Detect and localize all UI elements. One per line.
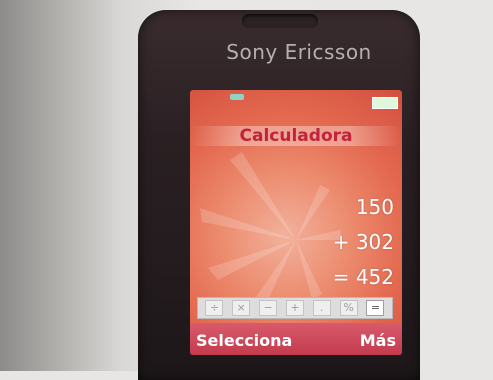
- equals-button[interactable]: =: [366, 300, 385, 316]
- brand-logo: Sony Ericsson: [226, 40, 372, 64]
- decimal-button[interactable]: .: [312, 300, 331, 316]
- select-softkey[interactable]: Selecciona: [196, 331, 292, 350]
- subtract-button[interactable]: −: [259, 300, 278, 316]
- multiply-button[interactable]: ×: [232, 300, 251, 316]
- speaker-grille: [242, 14, 318, 28]
- more-softkey[interactable]: Más: [360, 331, 396, 350]
- operator-bar: ÷ × − + . % =: [197, 297, 393, 319]
- phone-screen: Calculadora 150 + 302 = 452 ÷ × − + . % …: [190, 90, 402, 355]
- operand-1: 150: [355, 195, 394, 219]
- percent-button[interactable]: %: [339, 300, 358, 316]
- battery-icon: [372, 97, 398, 109]
- signal-icon: [230, 94, 244, 100]
- result: = 452: [332, 265, 394, 289]
- operand-2: + 302: [332, 230, 394, 254]
- softkey-bar: Selecciona Más: [190, 323, 402, 355]
- status-bar: [190, 90, 402, 109]
- divide-button[interactable]: ÷: [205, 300, 224, 316]
- app-title: Calculadora: [190, 126, 402, 146]
- add-button[interactable]: +: [285, 300, 304, 316]
